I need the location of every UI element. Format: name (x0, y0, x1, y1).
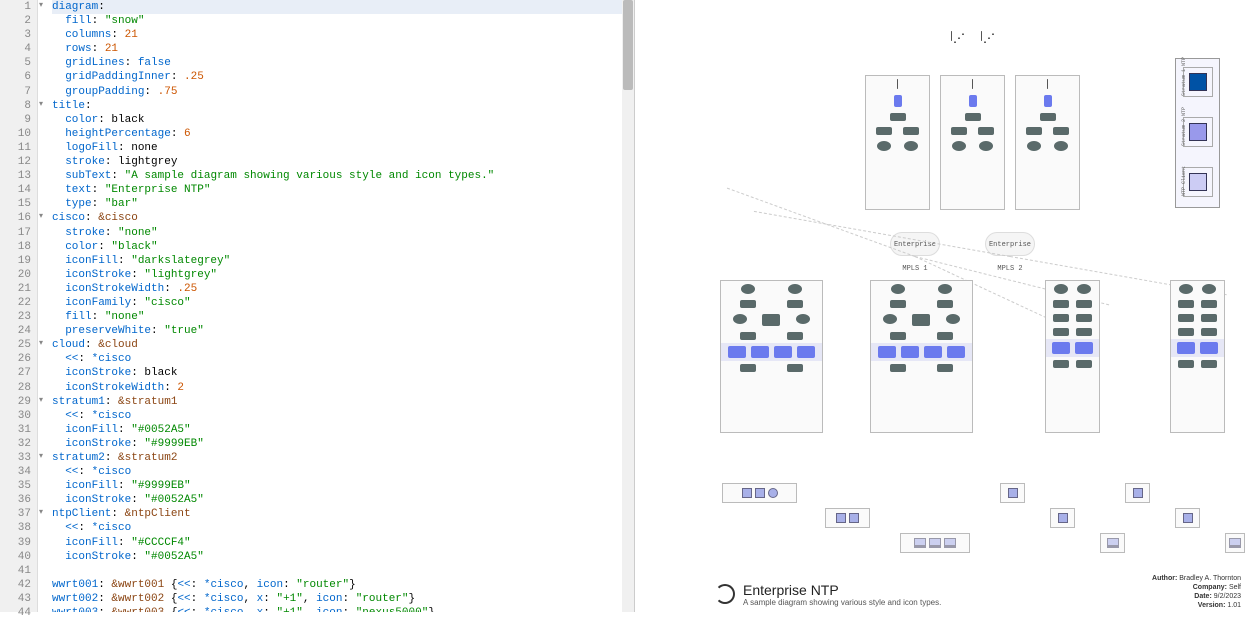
connection-line (754, 211, 1010, 257)
line-number-gutter: 1234567891011121314151617181920212223242… (0, 0, 38, 612)
client-box (1000, 483, 1025, 503)
legend-stratum1: Stratum 1 NTP (1183, 67, 1213, 97)
client-box (1100, 533, 1125, 553)
site-group-2 (940, 75, 1005, 210)
client-box (825, 508, 870, 528)
client-box (1050, 508, 1075, 528)
network-diagram: ⋰ ⋰ Enterprise MPLS 1 Enterprise MPLS 2 (635, 0, 1245, 612)
datacenter-group-2 (870, 280, 973, 433)
legend-ntpclient: NTP Client (1183, 167, 1213, 197)
legend-stratum2: Stratum 2 NTP (1183, 117, 1213, 147)
code-content[interactable]: diagram: fill: "snow" columns: 21 rows: … (38, 0, 634, 612)
logo-icon (715, 584, 735, 604)
client-box (722, 483, 797, 503)
site-group-1 (865, 75, 930, 210)
client-box (1175, 508, 1200, 528)
code-editor-pane[interactable]: 1234567891011121314151617181920212223242… (0, 0, 635, 612)
datacenter-group-4 (1170, 280, 1225, 433)
satellite-icon: ⋰ (980, 30, 995, 46)
editor-scrollbar[interactable] (622, 0, 634, 612)
legend-box: Stratum 1 NTP Stratum 2 NTP NTP Client (1175, 58, 1220, 208)
diagram-title: Enterprise NTP (743, 582, 941, 598)
client-box (900, 533, 970, 553)
satellite-icon: ⋰ (950, 30, 965, 46)
site-group-3 (1015, 75, 1080, 210)
client-box (1125, 483, 1150, 503)
datacenter-group-1 (720, 280, 823, 433)
diagram-metadata: Author: Bradley A. Thornton Company: Sel… (1152, 574, 1241, 610)
scrollbar-thumb[interactable] (623, 0, 633, 90)
datacenter-group-3 (1045, 280, 1100, 433)
client-box (1225, 533, 1245, 553)
diagram-subtitle: A sample diagram showing various style a… (743, 598, 941, 607)
diagram-preview-pane[interactable]: ⋰ ⋰ Enterprise MPLS 1 Enterprise MPLS 2 (635, 0, 1245, 612)
